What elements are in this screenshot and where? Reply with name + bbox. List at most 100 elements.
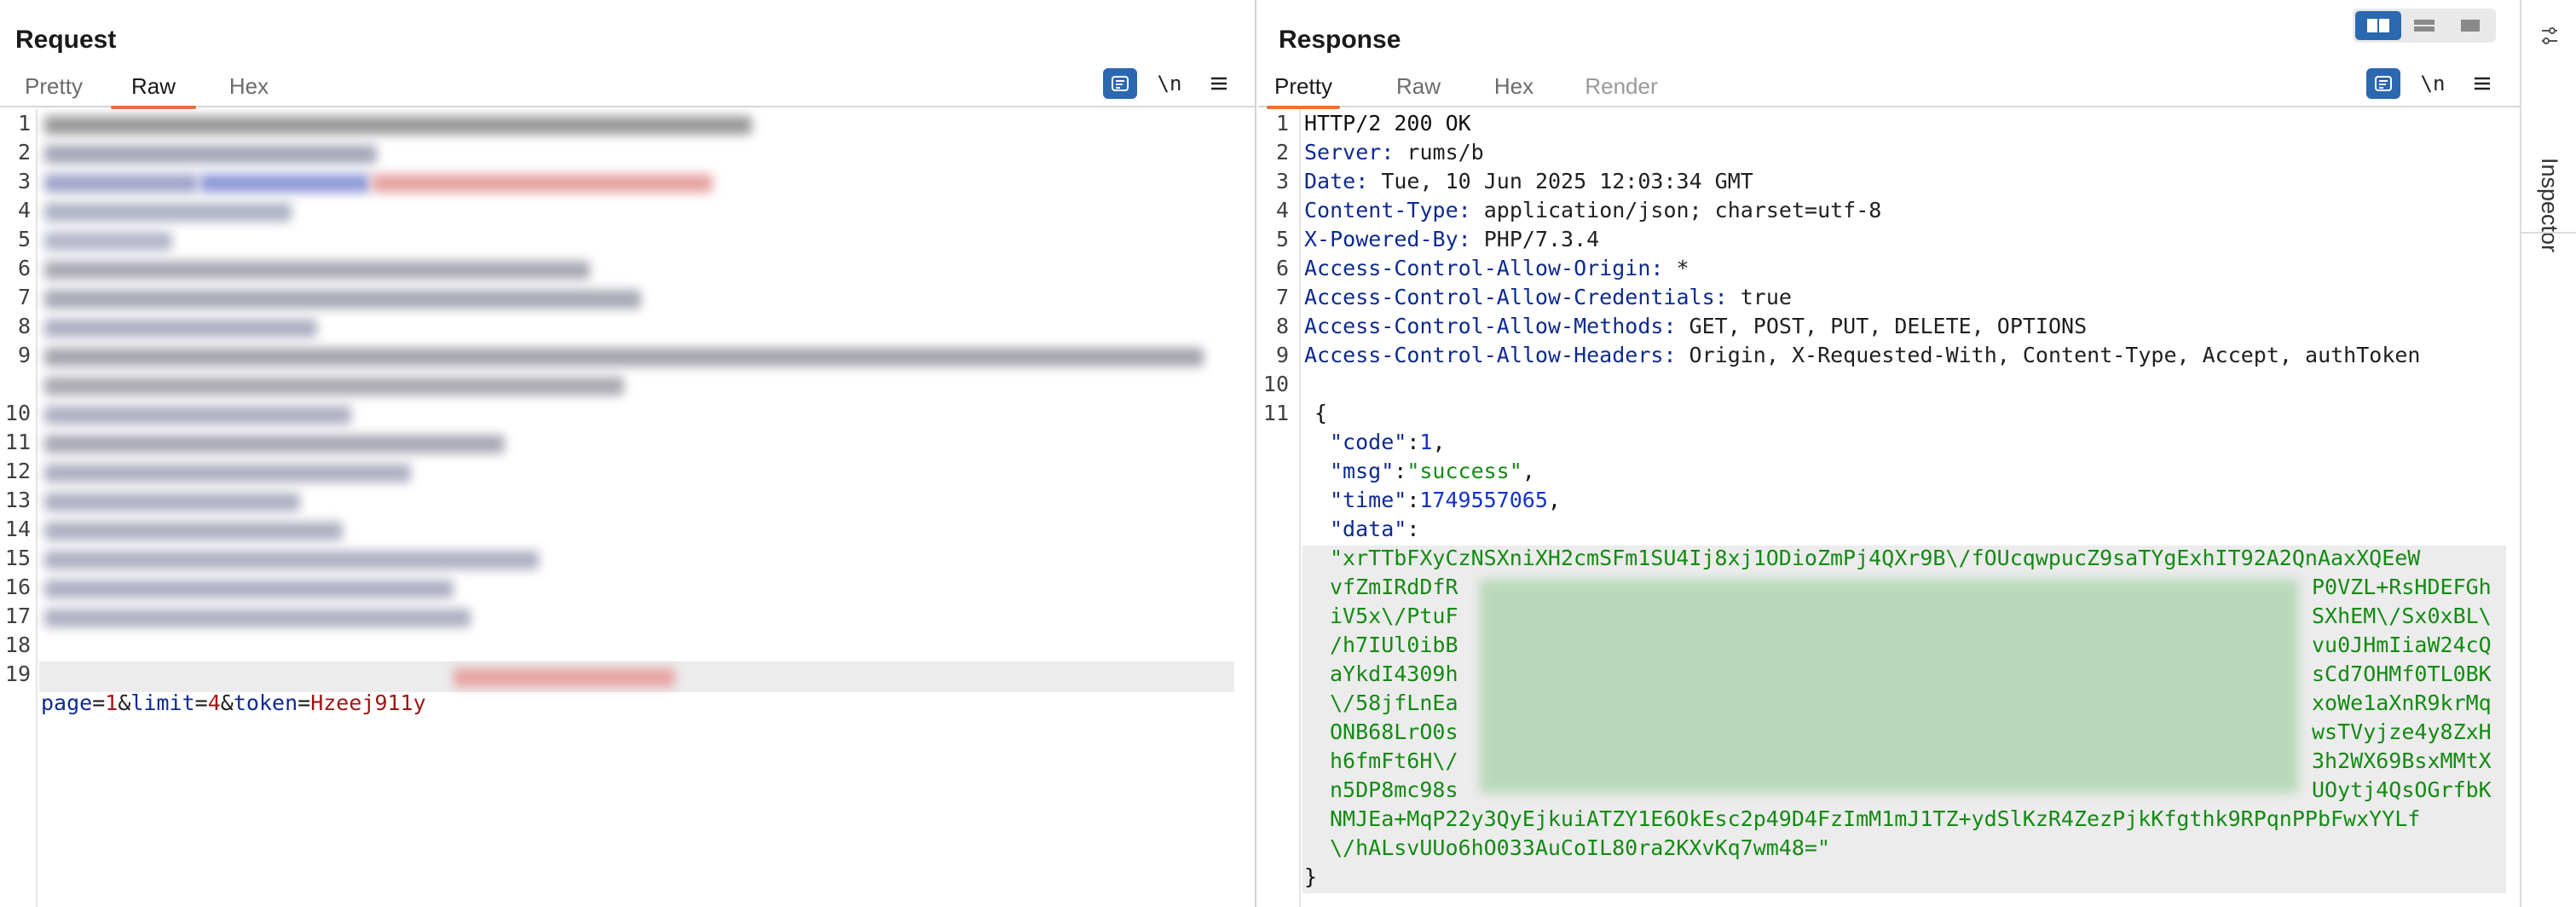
inspector-tab[interactable]: Inspector xyxy=(2521,77,2576,252)
redacted-request-line xyxy=(44,464,411,482)
json-string: h6fmFt6H\/ xyxy=(1330,748,1458,773)
header-key: Date xyxy=(1304,169,1356,194)
header-key: X-Powered-By xyxy=(1304,227,1458,251)
json-string: SXhEM\/Sx0xBL\ xyxy=(2312,604,2492,628)
line-number: 4 xyxy=(17,198,31,222)
json-number: 1749557065 xyxy=(1419,488,1548,512)
header-key: Access-Control-Allow-Methods xyxy=(1304,314,1664,338)
tab-pretty[interactable]: Pretty xyxy=(24,72,84,107)
redacted-request-line xyxy=(44,174,198,193)
split-vertical-button[interactable] xyxy=(2401,11,2447,40)
request-menu-button[interactable] xyxy=(1202,68,1236,99)
header-value: Tue, 10 Jun 2025 12:03:34 GMT xyxy=(1368,169,1753,194)
redacted-request-line xyxy=(44,522,343,540)
json-string: xoWe1aXnR9krMq xyxy=(2312,690,2492,715)
response-line: 7 Access-Control-Allow-Credentials: true xyxy=(1258,283,2520,312)
hamburger-menu-icon xyxy=(2475,77,2490,90)
response-line: 3 Date: Tue, 10 Jun 2025 12:03:34 GMT xyxy=(1258,167,2520,196)
json-data-line: "xrTTbFXyCzNSXniXH2cmSFm1SU4Ij8xj1ODioZm… xyxy=(1258,544,2520,573)
wrap-lines-button[interactable] xyxy=(1103,68,1137,99)
line-number: 10 xyxy=(4,401,31,425)
json-data-line: \/hALsvUUo6hO033AuCoIL80ra2KXvKq7wm48=" xyxy=(1258,834,2520,863)
response-line: 1 HTTP/2 200 OK xyxy=(1258,109,2520,138)
line-number: 10 xyxy=(1262,372,1289,396)
tab-hex[interactable]: Hex xyxy=(223,72,274,107)
redacted-request-line xyxy=(44,551,539,569)
header-key: Server xyxy=(1304,140,1382,165)
line-number: 4 xyxy=(1275,198,1289,222)
json-key: "code" xyxy=(1330,430,1407,454)
redacted-request-line xyxy=(44,319,317,338)
header-value: true xyxy=(1727,285,1792,309)
line-number: 8 xyxy=(1275,314,1289,338)
json-string: "success" xyxy=(1406,459,1522,483)
line-number: 1 xyxy=(17,111,31,136)
newline-toggle-button[interactable]: \n xyxy=(1152,68,1187,99)
tab-pretty[interactable]: Pretty xyxy=(1267,72,1340,109)
json-key: "data" xyxy=(1330,517,1407,541)
header-key: Content-Type xyxy=(1304,198,1458,222)
request-editor[interactable]: 1 2 3 4 5 6 7 8 9 10 11 12 13 14 15 16 1… xyxy=(0,109,1255,907)
divider xyxy=(2521,232,2576,234)
inspector-sidebar: Inspector xyxy=(2520,0,2576,907)
json-string: vu0JHmIiaW24cQ xyxy=(2312,633,2492,657)
redacted-token xyxy=(453,668,675,687)
header-sep: : xyxy=(1650,256,1664,280)
redacted-data-block xyxy=(1480,580,2298,793)
json-string: P0VZL+RsHDEFGh xyxy=(2312,575,2492,599)
header-sep: : xyxy=(1355,169,1369,194)
line-number: 17 xyxy=(4,604,31,628)
header-sep: : xyxy=(1458,198,1471,222)
request-body-code: page=1&limit=4&token=Hzeej911y xyxy=(41,689,426,718)
line-number: 1 xyxy=(1275,111,1289,136)
tab-raw[interactable]: Raw xyxy=(1393,72,1444,107)
header-value: Origin, X-Requested-With, Content-Type, … xyxy=(1676,343,2421,367)
response-line: 6 Access-Control-Allow-Origin: * xyxy=(1258,254,2520,283)
newline-toggle-button[interactable]: \n xyxy=(2416,68,2450,99)
tab-render[interactable]: Render xyxy=(1579,72,1664,107)
json-key: "time" xyxy=(1330,488,1407,512)
line-number: 6 xyxy=(1275,256,1289,280)
wrap-lines-icon xyxy=(2375,76,2392,91)
line-number: 6 xyxy=(17,256,31,280)
single-pane-icon xyxy=(2461,20,2480,32)
settings-sliders-icon[interactable] xyxy=(2537,24,2562,49)
hamburger-menu-icon xyxy=(1211,77,1227,90)
header-sep: : xyxy=(1381,140,1395,165)
wrap-lines-button[interactable] xyxy=(2366,68,2400,99)
json-string: n5DP8mc98s xyxy=(1330,777,1458,802)
line-number: 15 xyxy=(4,546,31,570)
line-number: 13 xyxy=(4,488,31,512)
single-pane-button[interactable] xyxy=(2447,11,2493,40)
json-open-brace: { xyxy=(1314,401,1328,425)
response-line: 5 X-Powered-By: PHP/7.3.4 xyxy=(1258,225,2520,254)
param-eq: = xyxy=(194,690,208,715)
response-line: 2 Server: rums/b xyxy=(1258,138,2520,167)
redacted-request-line xyxy=(44,580,453,598)
json-string: wsTVyjze4y8ZxH xyxy=(2312,719,2492,744)
response-line: 4 Content-Type: application/json; charset… xyxy=(1258,196,2520,225)
request-tabs: Pretty Raw Hex xyxy=(0,68,1255,109)
tab-raw[interactable]: Raw xyxy=(111,72,196,109)
tab-hex[interactable]: Hex xyxy=(1488,72,1539,107)
header-value: application/json; charset=utf-8 xyxy=(1470,198,1882,222)
response-menu-button[interactable] xyxy=(2465,68,2499,99)
redacted-request-line xyxy=(44,116,752,135)
newline-label: \n xyxy=(2420,72,2446,95)
line-number: 2 xyxy=(17,140,31,165)
json-string: sCd7OHMf0TL0BK xyxy=(2312,661,2492,686)
split-horizontal-button[interactable] xyxy=(2355,11,2401,40)
response-editor[interactable]: 1 HTTP/2 200 OK 2 Server: rums/b 3 Date: Tu… xyxy=(1258,109,2520,907)
split-horizontal-icon xyxy=(2367,19,2389,32)
redacted-request-line xyxy=(44,377,624,396)
line-number: 5 xyxy=(1275,227,1289,251)
response-line: 11 { xyxy=(1258,399,2520,428)
line-number: 18 xyxy=(4,633,31,657)
header-value: GET, POST, PUT, DELETE, OPTIONS xyxy=(1676,314,2088,338)
inspector-label: Inspector xyxy=(2537,158,2562,253)
line-number: 11 xyxy=(4,430,31,454)
json-string: aYkdI4309h xyxy=(1330,661,1458,686)
line-number: 2 xyxy=(1275,140,1289,165)
json-string: "xrTTbFXyCzNSXniXH2cmSFm1SU4Ij8xj1ODioZm… xyxy=(1330,546,2421,570)
header-value: PHP/7.3.4 xyxy=(1470,227,1600,251)
